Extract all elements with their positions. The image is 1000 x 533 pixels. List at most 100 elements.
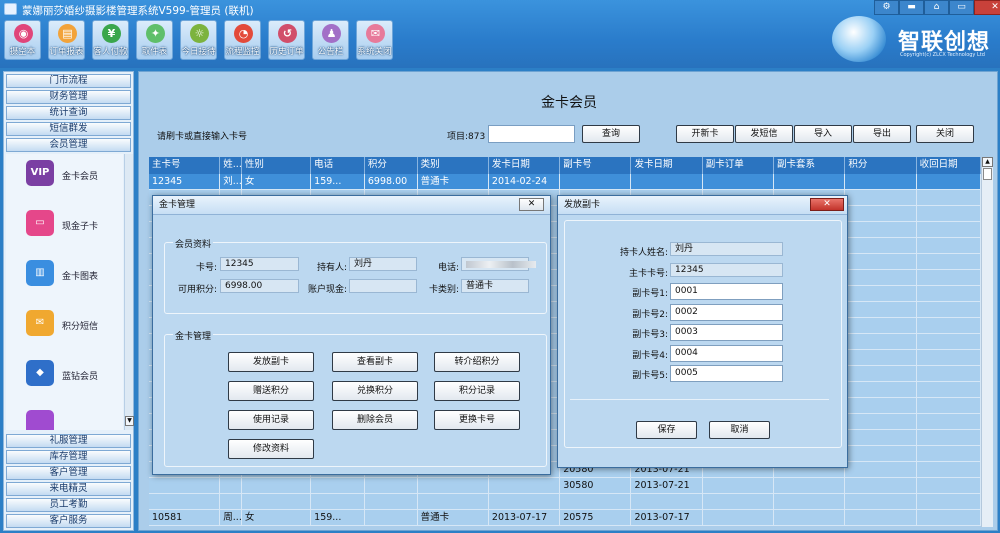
nav-section-bottom-1[interactable]: 库存管理 bbox=[6, 450, 131, 464]
column-header[interactable]: 发卡日期 bbox=[631, 157, 703, 174]
table-cell bbox=[418, 494, 489, 509]
subcard-input-5[interactable]: 0005 bbox=[670, 365, 783, 382]
close-icon[interactable]: ✕ bbox=[810, 198, 844, 211]
subcard-input-1[interactable]: 0001 bbox=[670, 283, 783, 300]
table-cell bbox=[774, 478, 846, 493]
scroll-down-icon[interactable]: ▼ bbox=[125, 416, 134, 426]
column-header[interactable]: 姓... bbox=[220, 157, 242, 174]
minimize-icon[interactable]: ▬ bbox=[899, 0, 924, 15]
toolbar-button-7[interactable]: ♟ 公告栏 bbox=[312, 20, 349, 60]
submenu-item-5[interactable] bbox=[6, 404, 123, 430]
import-button[interactable]: 导入 bbox=[794, 125, 852, 143]
table-scrollbar[interactable]: ▲ bbox=[981, 157, 993, 527]
table-cell bbox=[845, 366, 917, 381]
nav-section-bottom-3[interactable]: 来电精灵 bbox=[6, 482, 131, 496]
close-icon[interactable]: ✕ bbox=[519, 198, 544, 211]
card-action-button-3[interactable]: 赠送积分 bbox=[228, 381, 314, 401]
nav-section-bottom-5[interactable]: 客户服务 bbox=[6, 514, 131, 528]
column-header[interactable]: 主卡号 bbox=[149, 157, 221, 174]
card-action-button-1[interactable]: 查看副卡 bbox=[332, 352, 418, 372]
nav-section-3[interactable]: 短信群发 bbox=[6, 122, 131, 136]
subcard-input-4[interactable]: 0004 bbox=[670, 344, 783, 362]
column-header[interactable]: 副卡号 bbox=[560, 157, 632, 174]
column-header[interactable]: 性别 bbox=[242, 157, 312, 174]
table-cell: 6998.00 bbox=[365, 174, 418, 189]
submenu-item-1[interactable]: ▭ 现金子卡 bbox=[6, 204, 123, 254]
toolbar-button-5[interactable]: ◔ 流程监控 bbox=[224, 20, 261, 60]
card-action-button-7[interactable]: 删除会员 bbox=[332, 410, 418, 430]
column-header[interactable]: 积分 bbox=[365, 157, 418, 174]
subcard-label-1: 主卡卡号: bbox=[628, 268, 668, 279]
submenu-item-2[interactable]: ▥ 金卡图表 bbox=[6, 254, 123, 304]
toolbar-button-8[interactable]: ✉ 系统关闭 bbox=[356, 20, 393, 60]
toolbar-label: 流程监控 bbox=[225, 47, 260, 57]
open-card-button[interactable]: 开新卡 bbox=[676, 125, 734, 143]
export-button[interactable]: 导出 bbox=[853, 125, 911, 143]
card-action-button-0[interactable]: 发放副卡 bbox=[228, 352, 314, 372]
submenu-item-3[interactable]: ✉ 积分短信 bbox=[6, 304, 123, 354]
table-row[interactable]: 30580 2013-07-21 bbox=[149, 478, 982, 494]
toolbar-label: 订单报表 bbox=[49, 47, 84, 57]
submenu-item-4[interactable]: ◆ 蓝钻会员 bbox=[6, 354, 123, 404]
table-cell: 159... bbox=[311, 510, 365, 525]
save-button[interactable]: 保存 bbox=[636, 421, 697, 439]
table-row[interactable]: 10581 周... 女 159... 普通卡 2013-07-17 20575 2013-0… bbox=[149, 510, 982, 526]
table-cell: 30580 bbox=[560, 478, 632, 493]
nav-section-0[interactable]: 门市流程 bbox=[6, 74, 131, 88]
table-cell bbox=[917, 334, 982, 349]
column-header[interactable]: 副卡订单 bbox=[703, 157, 775, 174]
card-action-button-9[interactable]: 修改资料 bbox=[228, 439, 314, 459]
query-button[interactable]: 查询 bbox=[582, 125, 640, 143]
table-cell: 10581 bbox=[149, 510, 221, 525]
column-header[interactable]: 发卡日期 bbox=[489, 157, 561, 174]
toolbar-button-0[interactable]: ◉ 摄空本 bbox=[4, 20, 41, 60]
card-action-button-2[interactable]: 转介绍积分 bbox=[434, 352, 520, 372]
column-header[interactable]: 类别 bbox=[418, 157, 489, 174]
toolbar-button-1[interactable]: ▤ 订单报表 bbox=[48, 20, 85, 60]
card-hint: 请刷卡或直接输入卡号 bbox=[157, 132, 248, 142]
table-row[interactable] bbox=[149, 494, 982, 510]
close-icon[interactable]: ✕ bbox=[974, 0, 1000, 15]
nav-section-bottom-2[interactable]: 客户管理 bbox=[6, 466, 131, 480]
card-action-button-6[interactable]: 使用记录 bbox=[228, 410, 314, 430]
table-cell bbox=[917, 270, 982, 285]
table-row[interactable]: 12345 刘... 女 159... 6998.00 普通卡 2014-02-24 bbox=[149, 174, 982, 190]
toolbar-button-4[interactable]: ☼ 今日接待 bbox=[180, 20, 217, 60]
card-action-button-5[interactable]: 积分记录 bbox=[434, 381, 520, 401]
toolbar-button-3[interactable]: ✦ 取件表 bbox=[136, 20, 173, 60]
nav-section-bottom-4[interactable]: 员工考勤 bbox=[6, 498, 131, 512]
scroll-up-icon[interactable]: ▲ bbox=[982, 157, 993, 167]
nav-section-4[interactable]: 会员管理 bbox=[6, 138, 131, 152]
scroll-thumb[interactable] bbox=[983, 168, 992, 180]
table-cell bbox=[917, 190, 982, 205]
card-action-button-4[interactable]: 兑换积分 bbox=[332, 381, 418, 401]
home-icon[interactable]: ⌂ bbox=[924, 0, 949, 15]
table-cell bbox=[917, 302, 982, 317]
toolbar-button-6[interactable]: ↺ 历史订单 bbox=[268, 20, 305, 60]
divider bbox=[570, 399, 829, 400]
card-search-input[interactable] bbox=[488, 125, 575, 143]
nav-section-1[interactable]: 财务管理 bbox=[6, 90, 131, 104]
card-action-button-8[interactable]: 更换卡号 bbox=[434, 410, 520, 430]
cancel-button[interactable]: 取消 bbox=[709, 421, 770, 439]
toolbar-button-2[interactable]: ¥ 客人付款 bbox=[92, 20, 129, 60]
column-header[interactable]: 积分 bbox=[845, 157, 917, 174]
maximize-icon[interactable]: ▭ bbox=[949, 0, 974, 15]
member-info-group: 会员资料 bbox=[164, 237, 547, 314]
nav-section-bottom-0[interactable]: 礼服管理 bbox=[6, 434, 131, 448]
holder-label: 持有人: bbox=[316, 263, 347, 273]
nav-section-2[interactable]: 统计查询 bbox=[6, 106, 131, 120]
close-button[interactable]: 关闭 bbox=[916, 125, 974, 143]
subcard-input-2[interactable]: 0002 bbox=[670, 303, 783, 321]
submenu-item-0[interactable]: VIP 金卡会员 bbox=[6, 154, 123, 204]
submenu-scrollbar[interactable]: ▼ bbox=[124, 154, 134, 430]
column-header[interactable]: 收回日期 bbox=[917, 157, 982, 174]
table-cell bbox=[845, 494, 917, 509]
send-sms-button[interactable]: 发短信 bbox=[735, 125, 793, 143]
column-header[interactable]: 副卡套系 bbox=[774, 157, 846, 174]
table-cell bbox=[242, 478, 312, 493]
toolbar-label: 公告栏 bbox=[317, 47, 344, 57]
column-header[interactable]: 电话 bbox=[311, 157, 365, 174]
subcard-input-3[interactable]: 0003 bbox=[670, 324, 783, 341]
settings-icon[interactable]: ⚙ bbox=[874, 0, 899, 15]
